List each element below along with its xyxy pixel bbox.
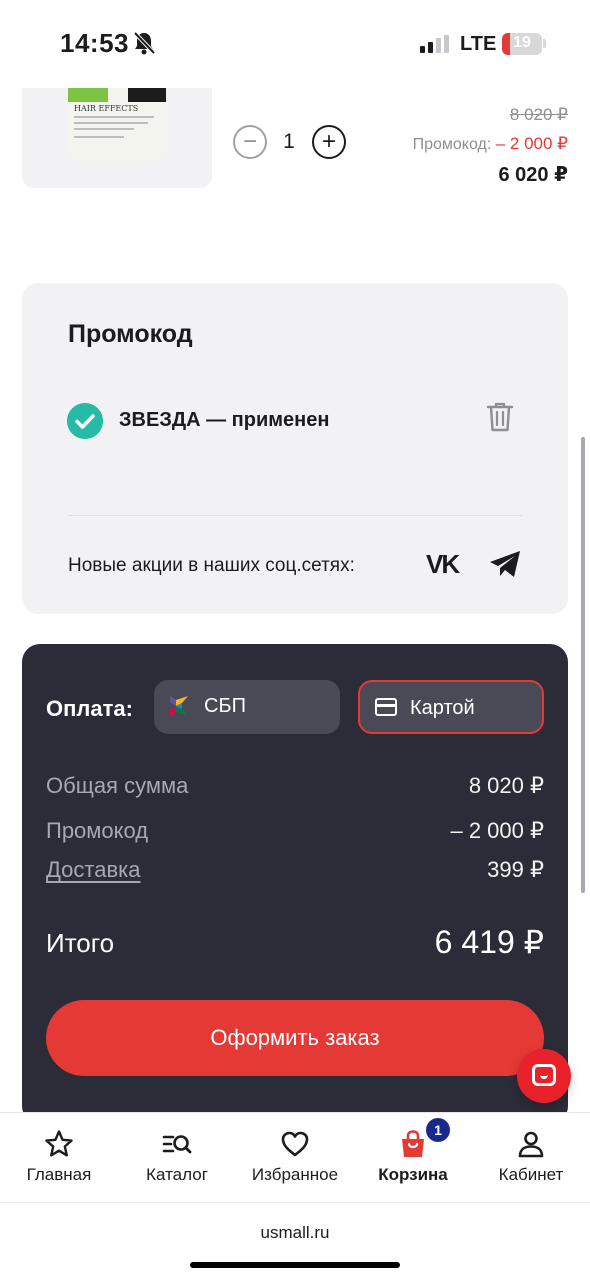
scrollbar[interactable] bbox=[581, 437, 585, 893]
product-price: 6 020 ₽ bbox=[498, 164, 568, 186]
subtotal-value: 8 020 ₽ bbox=[468, 773, 544, 798]
telegram-icon[interactable] bbox=[488, 549, 522, 579]
quantity-increase-button[interactable]: + bbox=[312, 125, 346, 159]
promo-discount-line: Промокод: – 2 000 ₽ bbox=[413, 134, 568, 154]
star-icon bbox=[45, 1130, 73, 1157]
home-indicator[interactable] bbox=[190, 1262, 400, 1268]
trash-icon[interactable] bbox=[486, 401, 514, 433]
battery-level: 19 bbox=[513, 34, 531, 51]
nav-item-account[interactable]: Кабинет bbox=[472, 1113, 590, 1203]
battery-icon: 19 bbox=[502, 33, 542, 55]
promo-discount-label: Промокод: bbox=[412, 136, 492, 153]
battery-tip bbox=[543, 39, 546, 48]
promo-title: Промокод bbox=[68, 320, 193, 348]
delivery-value: 399 ₽ bbox=[487, 857, 544, 882]
total-value: 6 419 ₽ bbox=[434, 924, 544, 960]
place-order-button[interactable]: Оформить заказ bbox=[46, 1000, 544, 1076]
cart-bag-icon bbox=[402, 1130, 424, 1157]
product-image[interactable]: HAIR EFFECTS bbox=[22, 88, 212, 188]
payment-option-sbp[interactable]: СБП bbox=[154, 680, 340, 734]
payment-option-card[interactable]: Картой bbox=[358, 680, 544, 734]
sbp-logo-icon bbox=[170, 696, 188, 716]
product-brand-text: HAIR EFFECTS bbox=[74, 104, 139, 113]
check-circle-icon bbox=[67, 403, 103, 439]
url-text[interactable]: usmall.ru bbox=[0, 1223, 590, 1243]
promo-summary-label: Промокод bbox=[46, 818, 149, 843]
divider bbox=[68, 515, 522, 516]
heart-icon bbox=[281, 1131, 309, 1157]
delivery-link[interactable]: Доставка bbox=[46, 857, 140, 883]
checkout-summary: Оплата: СБП Картой Общая сумма 8 020 ₽ П… bbox=[22, 644, 568, 1124]
cart-badge: 1 bbox=[426, 1118, 450, 1142]
catalog-search-icon bbox=[162, 1135, 192, 1154]
status-time: 14:53 bbox=[60, 28, 129, 58]
social-promo-text: Новые акции в наших соц.сетях: bbox=[68, 555, 355, 576]
quantity-value: 1 bbox=[283, 130, 295, 153]
nav-label: Главная bbox=[26, 1165, 92, 1184]
nav-item-catalog[interactable]: Каталог bbox=[118, 1113, 236, 1203]
quantity-decrease-button[interactable]: − bbox=[233, 125, 267, 159]
nav-label: Кабинет bbox=[498, 1165, 564, 1184]
product-bottle: HAIR EFFECTS bbox=[68, 88, 166, 162]
nav-item-home[interactable]: Главная bbox=[0, 1113, 118, 1203]
credit-card-icon bbox=[375, 698, 397, 716]
payment-option-card-label: Картой bbox=[410, 697, 475, 719]
nav-label: Корзина bbox=[378, 1165, 448, 1184]
browser-url-bar[interactable]: usmall.ru bbox=[0, 1202, 590, 1280]
subtotal-label: Общая сумма bbox=[46, 773, 189, 798]
old-price: 8 020 ₽ bbox=[509, 105, 568, 124]
promo-applied-text: ЗВЕЗДА — применен bbox=[119, 409, 330, 431]
bell-muted-icon bbox=[133, 31, 155, 55]
bottom-navigation: Главная Каталог Избранное 1 Корзина Каби… bbox=[0, 1112, 590, 1202]
user-icon bbox=[518, 1131, 544, 1158]
chat-icon bbox=[532, 1064, 556, 1086]
payment-option-sbp-label: СБП bbox=[204, 695, 246, 717]
total-label: Итого bbox=[46, 928, 115, 958]
nav-item-favorites[interactable]: Избранное bbox=[236, 1113, 354, 1203]
promo-summary-value: – 2 000 ₽ bbox=[450, 818, 544, 843]
status-bar: 14:53 LTE 19 bbox=[0, 0, 590, 88]
vk-icon[interactable]: VK bbox=[426, 549, 460, 580]
network-type: LTE bbox=[460, 33, 497, 55]
nav-item-cart[interactable]: 1 Корзина bbox=[354, 1113, 472, 1203]
promo-code-section: Промокод ЗВЕЗДА — применен Новые акции в… bbox=[22, 283, 568, 614]
chat-support-button[interactable] bbox=[517, 1049, 571, 1103]
signal-icon bbox=[420, 35, 449, 53]
promo-discount-value: – 2 000 ₽ bbox=[495, 134, 568, 153]
nav-label: Избранное bbox=[251, 1165, 339, 1184]
nav-label: Каталог bbox=[146, 1165, 208, 1184]
payment-label: Оплата: bbox=[46, 696, 133, 721]
